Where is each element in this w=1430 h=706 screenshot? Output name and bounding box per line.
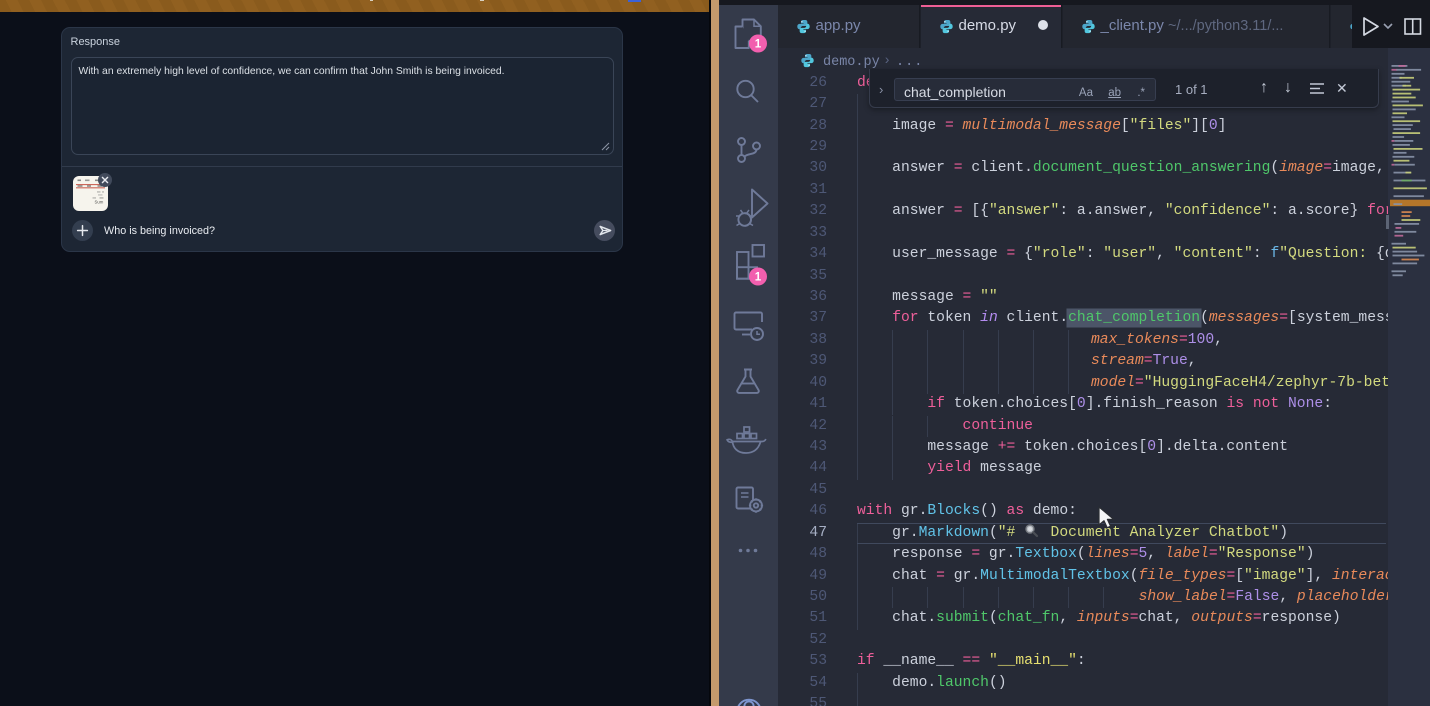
svg-text:1: 1	[755, 271, 762, 283]
svg-text:Sum: Sum	[95, 200, 104, 205]
svg-text:1: 1	[755, 38, 762, 50]
